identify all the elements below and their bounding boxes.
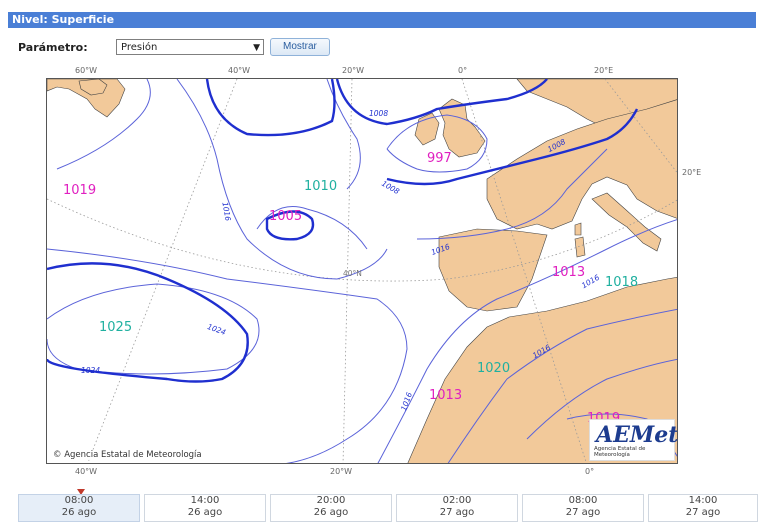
parameter-label: Parámetro: [18,40,88,54]
isobar-label: 1024 [81,366,101,375]
grid-lon-40w [87,79,238,463]
chevron-down-icon: ▼ [253,43,260,53]
lon-label-top: 20°E [594,66,614,75]
logo-subtitle: Agencia Estatal de Meteorología [594,446,646,458]
parameter-select-value: Presión [121,42,158,53]
land-iberia [438,228,548,312]
copyright-text: Agencia Estatal de Meteorología [64,450,202,460]
lon-label-top: 40°W [228,66,251,75]
time-slot-date: 27 ago [565,507,601,518]
time-slot-hour: 02:00 [442,495,472,506]
time-slot[interactable]: 02:00 27 ago [396,494,518,522]
lon-label-top: 20°W [342,66,365,75]
isobar-bold [205,79,336,137]
lat-label-right: 20°E [682,168,702,177]
logo-text: AEMet [596,422,678,448]
isobar [47,283,260,375]
isobar [176,79,388,280]
aemet-logo: AEMet Agencia Estatal de Meteorología [589,419,678,461]
time-slot[interactable]: 14:00 26 ago [144,494,266,522]
lon-label-top: 0° [458,66,468,75]
pressure-center-high: 1025 [99,320,133,335]
lon-label-top: 60°W [75,66,98,75]
copyright-notice: © Agencia Estatal de Meteorología [51,450,204,460]
time-slot-date: 27 ago [685,507,721,518]
pressure-center-low: 1019 [63,183,97,198]
time-slot[interactable]: 20:00 26 ago [270,494,392,522]
isobar [47,248,408,463]
pressure-center-low: 1013 [552,265,586,280]
time-slot-hour: 08:00 [568,495,598,506]
time-slot-date: 27 ago [439,507,475,518]
pressure-map[interactable]: 1008 1008 1008 1016 1016 1024 1024 1016 … [46,78,678,464]
time-slot[interactable]: 08:00 27 ago [522,494,644,522]
land-ireland [414,112,440,146]
time-slot-hour: 14:00 [190,495,220,506]
lon-label-bottom: 0° [585,467,595,476]
map-panel: 60°W 40°W 20°W 0° 20°E 20°E 40°W 20°W 0° [0,60,758,480]
parameter-select[interactable]: Presión ▼ [116,39,264,55]
time-slot-date: 26 ago [187,507,223,518]
time-selector: 08:00 26 ago 14:00 26 ago 20:00 26 ago 02:0… [18,494,758,524]
land-corsica [574,222,582,236]
time-slot-hour: 14:00 [688,495,718,506]
time-slot-hour: 20:00 [316,495,346,506]
time-slot[interactable]: 08:00 26 ago [18,494,140,522]
pressure-center-low: 1005 [269,209,303,224]
lon-label-bottom: 20°W [330,467,353,476]
pressure-center-high: 1010 [304,179,338,194]
isobar-label: 1008 [369,109,389,118]
time-slot-date: 26 ago [313,507,349,518]
show-button[interactable]: Mostrar [270,38,330,56]
land-sardinia [574,236,586,258]
lon-label-bottom: 40°W [75,467,98,476]
parameter-row: Parámetro: Presión ▼ Mostrar [18,37,330,57]
time-slot-date: 26 ago [61,507,97,518]
pressure-center-high: 1020 [477,361,511,376]
time-slot[interactable]: 14:00 27 ago [648,494,758,522]
level-title-bar: Nivel: Superficie [8,12,756,28]
time-slot-hour: 08:00 [64,495,94,506]
pressure-center-low: 997 [427,151,452,166]
lat-label: 40°N [343,269,362,278]
pressure-center-high: 1018 [605,275,639,290]
isobar-bold [47,262,249,383]
pressure-center-low: 1013 [429,388,463,403]
